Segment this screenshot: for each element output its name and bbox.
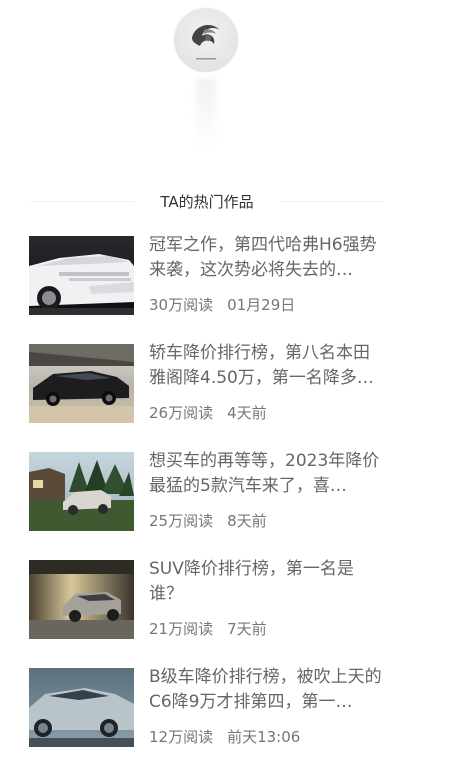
article-thumbnail[interactable] (29, 668, 134, 747)
publish-time: 01月29日 (227, 296, 296, 314)
publish-time: 7天前 (227, 620, 267, 638)
article-title[interactable]: 轿车降价排行榜，第八名本田雅阁降4.50万，第一名降多… (149, 341, 385, 391)
publish-time: 前天13:06 (227, 728, 301, 746)
section-header: TA的热门作品 (30, 190, 384, 214)
article-meta: 26万阅读 4天前 (149, 403, 267, 423)
avatar[interactable] (174, 8, 238, 72)
article-thumbnail[interactable] (29, 560, 134, 639)
article-item[interactable]: 冠军之作，第四代哈弗H6强势来袭，这次势必将失去的… 30万阅读 01月29日 (29, 233, 385, 316)
read-count: 12万阅读 (149, 728, 214, 746)
article-item[interactable]: 想买车的再等等，2023年降价最猛的5款汽车来了，喜… 25万阅读 8天前 (29, 449, 385, 532)
author-profile (0, 0, 466, 160)
read-count: 30万阅读 (149, 296, 214, 314)
article-item[interactable]: 轿车降价排行榜，第八名本田雅阁降4.50万，第一名降多… 26万阅读 4天前 (29, 341, 385, 424)
silver-sedan-image (29, 668, 134, 747)
swirl-logo-icon (192, 24, 220, 60)
article-item[interactable]: B级车降价排行榜，被吹上天的C6降9万才排第四，第一… 12万阅读 前天13:06 (29, 665, 385, 748)
read-count: 25万阅读 (149, 512, 214, 530)
article-title[interactable]: B级车降价排行榜，被吹上天的C6降9万才排第四，第一… (149, 665, 385, 715)
article-title[interactable]: SUV降价排行榜，第一名是谁？ (149, 557, 385, 607)
read-count: 21万阅读 (149, 620, 214, 638)
avatar-shadow (196, 78, 216, 148)
article-thumbnail[interactable] (29, 344, 134, 423)
publish-time: 8天前 (227, 512, 267, 530)
section-title: TA的热门作品 (160, 193, 254, 211)
suv-garage-image (29, 560, 134, 639)
article-meta: 30万阅读 01月29日 (149, 295, 295, 315)
article-title[interactable]: 冠军之作，第四代哈弗H6强势来袭，这次势必将失去的… (149, 233, 385, 283)
suv-forest-image (29, 452, 134, 531)
article-thumbnail[interactable] (29, 452, 134, 531)
divider-right (280, 201, 384, 202)
article-meta: 21万阅读 7天前 (149, 619, 267, 639)
white-suv-image (29, 236, 134, 315)
publish-time: 4天前 (227, 404, 267, 422)
article-meta: 12万阅读 前天13:06 (149, 727, 300, 747)
read-count: 26万阅读 (149, 404, 214, 422)
article-item[interactable]: SUV降价排行榜，第一名是谁？ 21万阅读 7天前 (29, 557, 385, 640)
article-title[interactable]: 想买车的再等等，2023年降价最猛的5款汽车来了，喜… (149, 449, 385, 499)
black-sedan-image (29, 344, 134, 423)
article-meta: 25万阅读 8天前 (149, 511, 267, 531)
article-thumbnail[interactable] (29, 236, 134, 315)
